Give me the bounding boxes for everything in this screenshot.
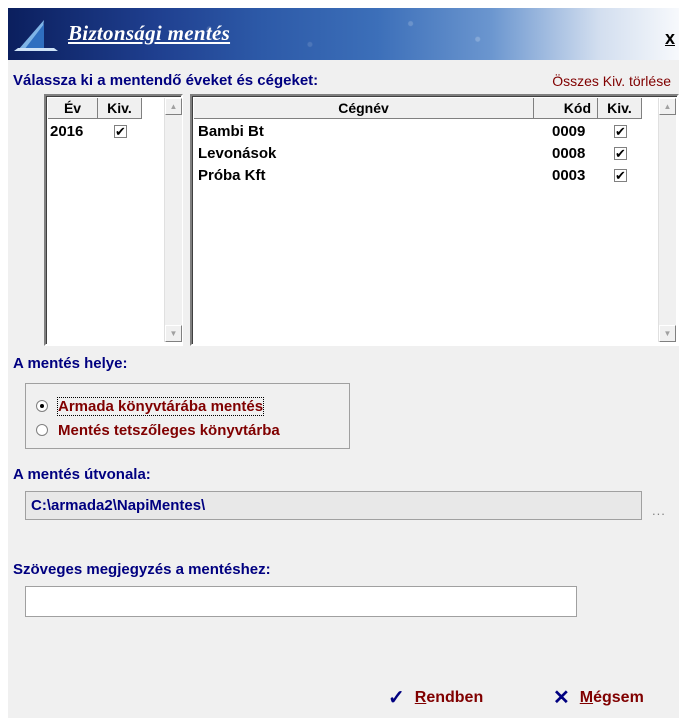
scroll-down-arrow-icon[interactable]: ▼ <box>659 325 676 342</box>
company-code: 0009 <box>552 123 586 140</box>
ok-button[interactable]: ✓ Rendben <box>388 685 483 710</box>
backup-dialog: Biztonsági mentés x Válassza ki a menten… <box>8 8 679 718</box>
note-input[interactable] <box>25 586 577 617</box>
selection-label: Válassza ki a mentendő éveket és cégeket… <box>13 72 319 89</box>
cancel-button-label: égsem <box>593 688 644 706</box>
companies-header-select[interactable]: Kiv. <box>598 98 642 119</box>
company-name: Bambi Bt <box>198 123 264 140</box>
dialog-title: Biztonsági mentés <box>68 21 231 45</box>
radio-unselected-icon[interactable] <box>36 424 48 436</box>
company-code: 0003 <box>552 167 586 184</box>
scroll-down-arrow-icon[interactable]: ▼ <box>165 325 182 342</box>
company-name: Próba Kft <box>198 167 266 184</box>
cancel-button-mnemonic: M <box>579 688 594 706</box>
company-checkbox[interactable]: ✔ <box>614 125 627 138</box>
company-code: 0008 <box>552 145 586 162</box>
company-checkbox[interactable]: ✔ <box>614 169 627 182</box>
radio-custom-folder[interactable]: Mentés tetszőleges könyvtárba <box>36 420 280 440</box>
company-name: Levonások <box>198 145 277 162</box>
title-bar: Biztonsági mentés x <box>8 8 679 60</box>
note-label: Szöveges megjegyzés a mentéshez: <box>13 561 271 578</box>
close-button[interactable]: x <box>665 28 675 49</box>
path-field[interactable]: C:\armada2\NapiMentes\ <box>25 491 642 520</box>
cancel-button[interactable]: ✕ Mégsem <box>553 685 644 710</box>
year-cell: 2016 <box>50 123 84 140</box>
radio-armada-folder-label[interactable]: Armada könyvtárába mentés <box>56 396 265 416</box>
cross-icon: ✕ <box>553 687 570 709</box>
companies-scrollbar[interactable]: ▲ ▼ <box>658 98 676 342</box>
radio-custom-folder-label[interactable]: Mentés tetszőleges könyvtárba <box>58 422 280 439</box>
clear-all-selection-link[interactable]: Összes Kiv. törlése <box>552 73 671 89</box>
years-header-select[interactable]: Kiv. <box>98 98 142 119</box>
armada-logo-icon <box>14 20 58 51</box>
years-scrollbar[interactable]: ▲ ▼ <box>164 98 182 342</box>
radio-armada-folder[interactable]: Armada könyvtárába mentés <box>36 396 265 416</box>
checkmark-icon: ✓ <box>388 687 405 709</box>
year-checkbox[interactable]: ✔ <box>114 125 127 138</box>
years-header-year[interactable]: Év <box>48 98 98 119</box>
browse-button[interactable]: ... <box>652 503 666 518</box>
scroll-up-arrow-icon[interactable]: ▲ <box>165 98 182 115</box>
ok-button-mnemonic: R <box>414 688 427 706</box>
ok-button-label: endben <box>426 688 484 706</box>
path-label: A mentés útvonala: <box>13 466 151 483</box>
companies-header-name[interactable]: Cégnév <box>194 98 534 119</box>
companies-header-code[interactable]: Kód <box>534 98 598 119</box>
radio-selected-icon[interactable] <box>36 400 48 412</box>
location-label: A mentés helye: <box>13 355 128 372</box>
years-grid[interactable]: Év Kiv. 2016 ✔ ▲ ▼ <box>44 94 183 346</box>
company-checkbox[interactable]: ✔ <box>614 147 627 160</box>
companies-grid[interactable]: Cégnév Kód Kiv. Bambi Bt 0009 ✔ Levonáso… <box>190 94 679 346</box>
scroll-up-arrow-icon[interactable]: ▲ <box>659 98 676 115</box>
location-radio-group: Armada könyvtárába mentés Mentés tetszől… <box>25 383 350 449</box>
